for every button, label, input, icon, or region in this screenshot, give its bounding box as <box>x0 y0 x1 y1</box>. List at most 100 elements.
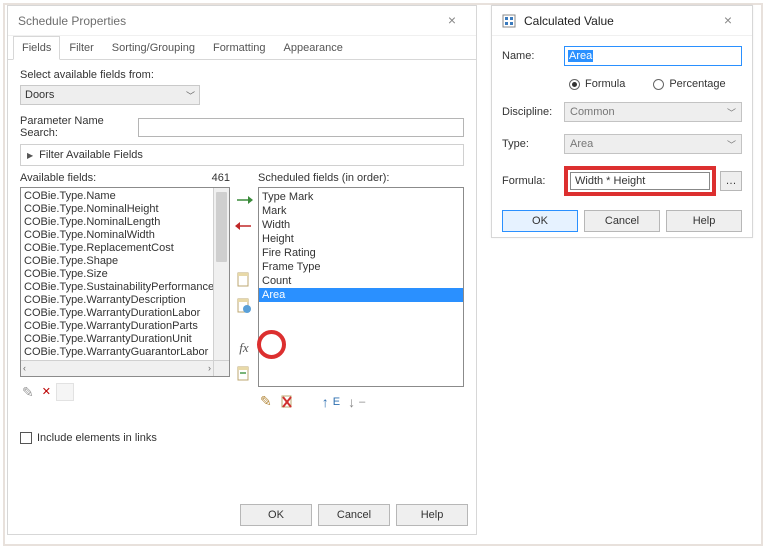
tab-label: Sorting/Grouping <box>112 42 195 54</box>
cancel-button[interactable]: Cancel <box>318 504 390 526</box>
delete-icon[interactable]: ✕ <box>42 385 51 398</box>
percentage-radio[interactable]: Percentage <box>653 78 725 90</box>
include-links-checkbox[interactable] <box>20 432 32 444</box>
calculated-value-dialog: Calculated Value × Name: Area Formula Pe… <box>491 5 753 238</box>
formula-input[interactable]: Width * Height <box>570 172 710 190</box>
close-icon[interactable]: × <box>710 9 746 33</box>
list-item[interactable]: Mark <box>262 204 460 218</box>
right-toolrow: ✎ ↑E ↓– <box>258 387 464 410</box>
list-item[interactable]: Frame Type <box>262 260 460 274</box>
filter-fields-label: Filter Available Fields <box>39 149 143 161</box>
filter-fields-header[interactable]: ▶ Filter Available Fields <box>20 144 464 166</box>
edit-icon[interactable]: ✎ <box>260 393 272 410</box>
schedule-properties-dialog: Schedule Properties × Fields Filter Sort… <box>7 5 477 535</box>
new-parameter-button[interactable] <box>233 270 255 290</box>
move-down-button[interactable]: ↓ <box>348 394 355 410</box>
name-value: Area <box>568 50 593 62</box>
tab-fields[interactable]: Fields <box>13 36 60 60</box>
scrollbar-vertical[interactable] <box>213 188 229 360</box>
scheduled-fields-list[interactable]: Type Mark Mark Width Height Fire Rating … <box>258 187 464 387</box>
remove-field-button[interactable] <box>233 216 255 236</box>
formula-radio[interactable]: Formula <box>569 78 625 90</box>
formula-value: Width * Height <box>575 175 645 187</box>
tab-label: Formatting <box>213 42 266 54</box>
tab-label: Fields <box>22 42 51 54</box>
chevron-down-icon: ﹀ <box>186 89 195 102</box>
list-item[interactable]: COBie.Type.ReplacementCost <box>24 242 210 255</box>
dialog-body: Select available fields from: Doors ﹀ Pa… <box>8 60 476 448</box>
cancel-button[interactable]: Cancel <box>584 210 660 232</box>
help-button[interactable]: Help <box>396 504 468 526</box>
select-from-value: Doors <box>25 89 54 101</box>
red-box-annotation: Width * Height <box>564 166 716 196</box>
tab-strip: Fields Filter Sorting/Grouping Formattin… <box>8 36 476 60</box>
type-label: Type: <box>502 138 564 150</box>
tab-label: Filter <box>69 42 93 54</box>
available-fields-count: 461 <box>212 172 230 184</box>
list-item[interactable]: COBie.Type.WarrantyDurationParts <box>24 320 210 333</box>
list-item[interactable]: COBie.Type.WarrantyGuarantorLabor <box>24 346 210 359</box>
dialog-buttons: OK Cancel Help <box>240 504 468 526</box>
discipline-value: Common <box>570 106 615 118</box>
tab-appearance[interactable]: Appearance <box>275 36 352 60</box>
formula-label: Formula: <box>502 175 564 187</box>
ok-button[interactable]: OK <box>240 504 312 526</box>
list-item[interactable]: Height <box>262 232 460 246</box>
triangle-right-icon: ▶ <box>27 151 33 160</box>
ok-button[interactable]: OK <box>502 210 578 232</box>
name-input[interactable]: Area <box>564 46 742 66</box>
available-fields-label: Available fields: <box>20 172 96 184</box>
select-from-label: Select available fields from: <box>20 69 464 81</box>
list-item[interactable]: COBie.Type.WarrantyDurationLabor <box>24 307 210 320</box>
list-item[interactable]: COBie.Type.Size <box>24 268 210 281</box>
list-item[interactable]: COBie.Type.Name <box>24 190 210 203</box>
new-param-icon[interactable] <box>56 383 74 401</box>
add-field-button[interactable] <box>233 190 255 210</box>
scheduled-fields-label: Scheduled fields (in order): <box>258 172 389 184</box>
scrollbar-horizontal[interactable]: ‹› <box>21 360 213 376</box>
list-item[interactable]: Type Mark <box>262 190 460 204</box>
discipline-dropdown[interactable]: Common ﹀ <box>564 102 742 122</box>
list-item[interactable]: COBie.Type.SustainabilityPerformance <box>24 281 210 294</box>
dialog-buttons: OK Cancel Help <box>502 210 742 232</box>
app-icon <box>502 13 518 29</box>
help-button[interactable]: Help <box>666 210 742 232</box>
calculated-value-button[interactable]: fx <box>233 338 255 358</box>
list-item[interactable]: Width <box>262 218 460 232</box>
tab-sorting[interactable]: Sorting/Grouping <box>103 36 204 60</box>
edit-icon[interactable]: ✎ <box>22 384 34 401</box>
add-shared-parameter-button[interactable] <box>233 296 255 316</box>
titlebar[interactable]: Calculated Value × <box>492 6 752 36</box>
param-search-label: Parameter Name Search: <box>20 115 138 139</box>
formula-browse-button[interactable]: … <box>720 171 742 191</box>
list-item[interactable]: Fire Rating <box>262 246 460 260</box>
list-item[interactable]: Count <box>262 274 460 288</box>
list-item-selected[interactable]: Area <box>259 288 463 302</box>
transfer-buttons: fx <box>230 172 258 384</box>
left-toolrow: ✎ ✕ <box>20 377 230 401</box>
type-dropdown[interactable]: Area ﹀ <box>564 134 742 154</box>
tab-filter[interactable]: Filter <box>60 36 102 60</box>
list-item[interactable]: COBie.Type.Shape <box>24 255 210 268</box>
close-icon[interactable]: × <box>434 9 470 33</box>
move-up-button[interactable]: ↑ <box>322 394 329 410</box>
tab-formatting[interactable]: Formatting <box>204 36 275 60</box>
type-value: Area <box>570 138 593 150</box>
param-search-input[interactable] <box>138 118 464 137</box>
include-links-label: Include elements in links <box>37 432 157 444</box>
list-item[interactable]: COBie.Type.NominalWidth <box>24 229 210 242</box>
titlebar[interactable]: Schedule Properties × <box>8 6 476 36</box>
list-item[interactable]: COBie.Type.NominalHeight <box>24 203 210 216</box>
list-item[interactable]: COBie.Type.WarrantyDurationUnit <box>24 333 210 346</box>
list-item[interactable]: COBie.Type.NominalLength <box>24 216 210 229</box>
select-from-dropdown[interactable]: Doors ﹀ <box>20 85 200 105</box>
window-title: Calculated Value <box>524 14 710 28</box>
combine-parameters-button[interactable] <box>233 364 255 384</box>
name-label: Name: <box>502 50 564 62</box>
dialog-body: Name: Area Formula Percentage Discipline… <box>492 36 752 242</box>
discipline-label: Discipline: <box>502 106 564 118</box>
list-item[interactable]: COBie.Type.WarrantyDescription <box>24 294 210 307</box>
chevron-down-icon: ﹀ <box>727 106 736 119</box>
delete-icon[interactable] <box>280 394 294 410</box>
available-fields-list[interactable]: COBie.Type.Name COBie.Type.NominalHeight… <box>20 187 230 377</box>
